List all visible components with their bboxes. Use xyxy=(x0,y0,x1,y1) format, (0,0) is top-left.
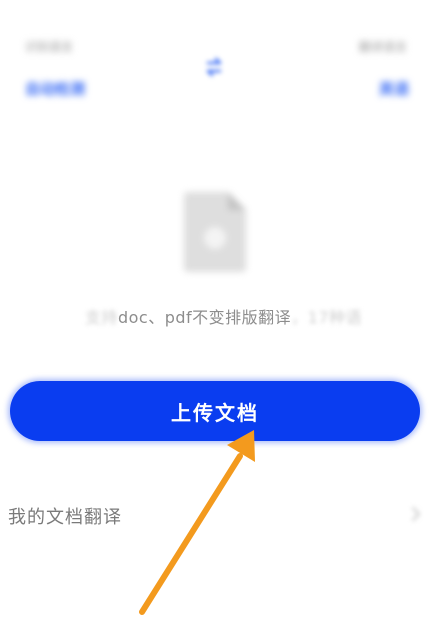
supported-formats-text: 支持doc、pdf不变排版翻译，17种语 xyxy=(0,304,447,328)
my-document-translations-label: 我的文档翻译 xyxy=(8,507,122,528)
target-language-caption: 翻译语言 xyxy=(358,40,407,54)
source-language-caption: 识别语言 xyxy=(25,40,74,54)
chevron-right-icon xyxy=(412,507,420,521)
source-language-button[interactable]: 自动检测 xyxy=(25,78,85,99)
target-language-button[interactable]: 英语 xyxy=(379,78,409,99)
my-document-translations-row[interactable]: 我的文档翻译 xyxy=(0,495,447,535)
upload-document-button[interactable]: 上传文档 xyxy=(10,381,420,441)
language-selector-bar: 识别语言 自动检测 翻译语言 英语 xyxy=(0,30,447,110)
upload-document-screen: 识别语言 自动检测 翻译语言 英语 支持doc、pdf不变排版翻译，17种语 上… xyxy=(0,0,447,625)
formats-prefix: 支持 xyxy=(84,308,118,327)
document-icon xyxy=(184,192,246,272)
swap-arrows-icon[interactable] xyxy=(203,56,225,78)
upload-button-label: 上传文档 xyxy=(171,400,259,425)
formats-main: doc、pdf不变排版翻译 xyxy=(117,308,292,327)
formats-suffix: ，17种语 xyxy=(291,308,363,327)
